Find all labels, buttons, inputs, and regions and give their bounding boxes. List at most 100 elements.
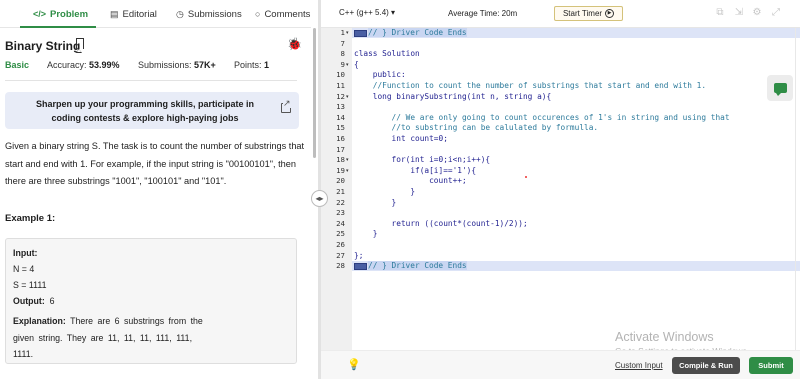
line-number: 17 <box>336 144 345 154</box>
average-time: Average Time: 20m <box>448 9 518 18</box>
folded-code-icon[interactable] <box>354 262 367 270</box>
promo-banner[interactable]: Sharpen up your programming skills, part… <box>5 92 299 129</box>
code-line[interactable]: // } Driver Code Ends <box>354 28 467 37</box>
start-timer-button[interactable]: Start Timer ▶ <box>554 6 623 21</box>
submissions-stat: Submissions: 57K+ <box>138 60 216 70</box>
code-line[interactable]: long binarySubstring(int n, string a){ <box>354 92 551 101</box>
clock-icon: ◷ <box>176 8 184 19</box>
play-icon: ▶ <box>605 9 615 18</box>
fold-arrow-icon[interactable]: ▾ <box>346 168 349 174</box>
tab-problem[interactable]: </> Problem <box>33 0 88 28</box>
line-number: 16 <box>336 134 345 143</box>
line-number: 18 <box>336 155 345 165</box>
left-scrollbar[interactable] <box>313 28 316 158</box>
code-line[interactable]: //to substring can be calulated by formu… <box>354 123 599 132</box>
code-line[interactable]: // } Driver Code Ends <box>354 261 467 271</box>
problem-description: Given a binary string S. The task is to … <box>5 141 305 186</box>
line-number: 8 <box>340 49 345 59</box>
cursor-marker <box>525 176 527 178</box>
resize-handle-icon[interactable]: ◂▸ <box>311 190 328 207</box>
promo-text: Sharpen up your programming skills, part… <box>35 99 255 123</box>
fullscreen-icon[interactable]: ⤢ <box>771 8 781 18</box>
tab-submissions[interactable]: ◷ Submissions <box>176 0 242 28</box>
code-line[interactable]: } <box>354 187 415 196</box>
editor-bottom-bar: 💡 Custom Input Compile & Run Submit <box>321 350 800 379</box>
example-title: Example 1: <box>5 213 56 224</box>
line-number: 9 <box>340 59 345 69</box>
line-number: 28 <box>336 261 345 271</box>
external-link-icon[interactable] <box>281 99 291 113</box>
start-timer-label: Start Timer <box>562 9 603 18</box>
line-number: 23 <box>336 208 345 218</box>
code-line[interactable]: //Function to count the number of substr… <box>354 81 706 90</box>
code-line[interactable]: }; <box>354 251 363 260</box>
code-line[interactable]: if(a[i]=='1'){ <box>354 166 476 175</box>
editor-toolbar: C++ (g++ 5.4) ▾ Average Time: 20m Start … <box>321 0 800 28</box>
code-icon: </> <box>33 9 47 19</box>
example-s-line: S = 1111 <box>13 280 47 290</box>
code-line[interactable]: class Solution <box>354 49 420 58</box>
watermark-title: Activate Windows <box>615 330 714 344</box>
code-line[interactable]: { <box>354 60 359 69</box>
code-line[interactable]: int count=0; <box>354 134 448 143</box>
example-explanation: Explanation: There are 6 substrings from… <box>13 316 203 359</box>
tab-editorial-label: Editorial <box>122 8 157 20</box>
fold-arrow-icon[interactable]: ▾ <box>346 62 349 68</box>
code-line[interactable]: public: <box>354 70 406 79</box>
code-editor[interactable]: 1 ▾ 7 8 9 ▾ 10 11 12 ▾ 13 14 15 16 17 18 ▾ 19 ▾ 20 21 22 23 24 2… <box>321 28 800 356</box>
language-select[interactable]: C++ (g++ 5.4) ▾ <box>339 8 395 17</box>
tab-comments[interactable]: ○ Comments <box>255 0 310 28</box>
line-number: 20 <box>336 176 345 186</box>
line-number: 12 <box>336 91 345 101</box>
folded-code-icon[interactable] <box>354 29 367 37</box>
points-stat: Points: 1 <box>234 60 269 70</box>
line-number: 11 <box>336 81 345 90</box>
problem-header: Binary String 🐞 <box>5 37 305 53</box>
example-input-label: Input: <box>13 248 38 258</box>
code-line[interactable]: } <box>354 198 397 207</box>
editor-scrollbar[interactable] <box>795 28 796 350</box>
example-n-line: N = 4 <box>13 264 35 274</box>
submit-button[interactable]: Submit <box>749 357 793 374</box>
code-line[interactable]: } <box>354 229 378 238</box>
tab-comments-label: Comments <box>264 8 311 20</box>
submissions-label: Submissions: <box>138 60 192 70</box>
line-number: 1 <box>340 28 345 37</box>
fold-arrow-icon[interactable]: ▾ <box>346 157 349 163</box>
lightbulb-icon[interactable]: 💡 <box>347 359 361 371</box>
code-line[interactable]: // We are only going to count occurences… <box>354 113 730 122</box>
fold-arrow-icon[interactable]: ▾ <box>346 30 349 36</box>
example-box: Input: N = 4 S = 1111 Output: 6 Explanat… <box>5 238 297 364</box>
export-icon[interactable]: ⇲ <box>734 8 744 18</box>
line-number: 26 <box>336 240 345 249</box>
settings-icon[interactable]: ⚙ <box>752 8 762 18</box>
tab-submissions-label: Submissions <box>187 8 242 20</box>
active-tab-indicator <box>20 26 96 28</box>
accuracy-label: Accuracy: <box>47 60 87 70</box>
difficulty-badge: Basic <box>5 60 30 70</box>
chat-icon <box>773 83 787 96</box>
chat-button[interactable] <box>767 75 793 101</box>
code-line[interactable]: return ((count*(count-1)/2)); <box>354 219 528 228</box>
bookmark-icon[interactable] <box>76 38 84 53</box>
editor-panel: C++ (g++ 5.4) ▾ Average Time: 20m Start … <box>321 0 800 379</box>
fold-arrow-icon[interactable]: ▾ <box>346 94 349 100</box>
bug-report-icon[interactable]: 🐞 <box>287 37 302 51</box>
example-output: Output: 6 <box>13 296 55 306</box>
compile-run-button[interactable]: Compile & Run <box>672 357 740 374</box>
tab-problem-label: Problem <box>50 8 89 20</box>
submissions-value: 57K+ <box>194 60 216 70</box>
custom-input-link[interactable]: Custom Input <box>615 361 663 370</box>
code-line[interactable]: for(int i=0;i<n;i++){ <box>354 155 491 164</box>
problem-meta: Basic Accuracy: 53.99% Submissions: 57K+… <box>5 60 305 72</box>
line-number: 19 <box>336 165 345 175</box>
line-number: 24 <box>336 218 345 228</box>
problem-panel: </> Problem ▤ Editorial ◷ Submissions ○ … <box>0 0 311 379</box>
problem-tabs: </> Problem ▤ Editorial ◷ Submissions ○ … <box>0 0 311 28</box>
copy-icon[interactable]: ⧉ <box>715 8 725 18</box>
tab-editorial[interactable]: ▤ Editorial <box>110 0 157 28</box>
line-number: 15 <box>336 123 345 133</box>
points-label: Points: <box>234 60 262 70</box>
code-line[interactable]: count++; <box>354 176 467 185</box>
document-icon: ▤ <box>110 8 119 19</box>
